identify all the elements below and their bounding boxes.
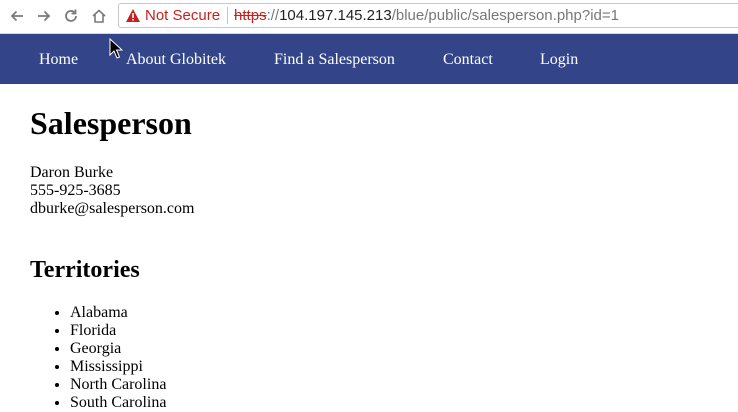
territory-item: South Carolina	[70, 394, 166, 412]
salesperson-phone: 555-925-3685	[30, 182, 121, 199]
territories-heading: Territories	[30, 257, 140, 283]
salesperson-name: Daron Burke	[30, 164, 114, 181]
security-status-label[interactable]: Not Secure	[145, 7, 220, 24]
territory-item: Florida	[70, 322, 166, 340]
browser-toolbar: Not Secure https://104.197.145.213/blue/…	[0, 0, 738, 34]
url-path: /blue/public/salesperson.php?id=1	[391, 7, 619, 24]
nav-link-login[interactable]: Login	[540, 51, 578, 69]
territory-item: Mississippi	[70, 358, 166, 376]
territory-item: North Carolina	[70, 376, 166, 394]
salesperson-email: dburke@salesperson.com	[30, 200, 195, 217]
mouse-cursor-icon	[109, 37, 124, 65]
url-separator: ://	[266, 7, 280, 24]
back-arrow-icon[interactable]	[6, 5, 28, 27]
address-bar[interactable]: Not Secure https://104.197.145.213/blue/…	[118, 3, 738, 28]
reload-icon[interactable]	[60, 5, 82, 27]
page-title: Salesperson	[30, 105, 192, 141]
omnibox-divider	[227, 7, 229, 24]
nav-link-about[interactable]: About Globitek	[126, 51, 226, 69]
territory-item: Alabama	[70, 304, 166, 322]
forward-arrow-icon[interactable]	[33, 5, 55, 27]
warning-triangle-icon	[125, 8, 141, 23]
territories-list: Alabama Florida Georgia Mississippi Nort…	[30, 304, 166, 412]
nav-link-find-salesperson[interactable]: Find a Salesperson	[274, 51, 395, 69]
nav-link-contact[interactable]: Contact	[443, 51, 493, 69]
salesperson-contact: Daron Burke 555-925-3685 dburke@salesper…	[30, 164, 194, 218]
nav-link-home[interactable]: Home	[39, 51, 78, 69]
home-icon[interactable]	[88, 5, 110, 27]
url-scheme: https	[234, 7, 267, 24]
territory-item: Georgia	[70, 340, 166, 358]
url-host: 104.197.145.213	[279, 7, 392, 24]
